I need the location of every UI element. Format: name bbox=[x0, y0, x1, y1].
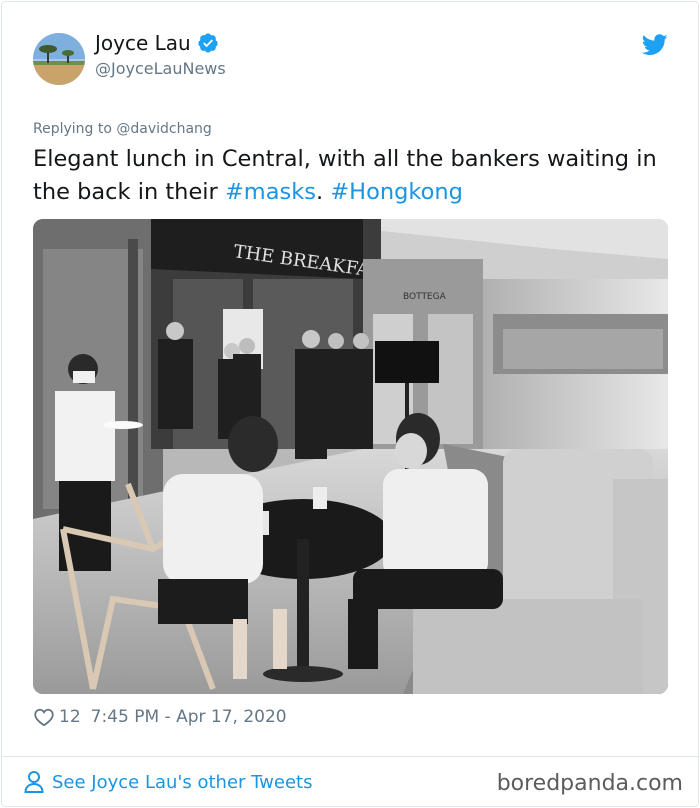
hashtag-hongkong[interactable]: #Hongkong bbox=[330, 179, 463, 205]
user-handle[interactable]: @JoyceLauNews bbox=[95, 59, 226, 78]
hashtag-masks[interactable]: #masks bbox=[225, 179, 316, 205]
tweet-text-part2: . bbox=[316, 179, 331, 205]
like-count[interactable]: 12 bbox=[59, 707, 81, 727]
see-more-tweets-link[interactable]: See Joyce Lau's other Tweets bbox=[24, 770, 312, 794]
tweet-meta: 12 7:45 PM - Apr 17, 2020 bbox=[33, 707, 287, 727]
tweet-text: Elegant lunch in Central, with all the b… bbox=[33, 143, 683, 209]
avatar[interactable] bbox=[33, 33, 85, 85]
verified-badge-icon bbox=[198, 33, 218, 53]
user-name-row[interactable]: Joyce Lau bbox=[95, 31, 219, 55]
twitter-bird-icon[interactable] bbox=[642, 34, 668, 56]
heart-icon[interactable] bbox=[33, 707, 55, 727]
timestamp[interactable]: 7:45 PM - Apr 17, 2020 bbox=[91, 707, 287, 727]
replying-to[interactable]: Replying to @davidchang bbox=[33, 121, 212, 137]
see-more-label[interactable]: See Joyce Lau's other Tweets bbox=[52, 772, 312, 793]
store-sign: BOTTEGA bbox=[403, 292, 447, 302]
tweet-photo[interactable]: THE BREAKFAST CLUB BOTTEGA bbox=[33, 219, 668, 694]
person-icon bbox=[24, 771, 44, 793]
divider bbox=[1, 756, 699, 757]
user-name[interactable]: Joyce Lau bbox=[95, 31, 191, 55]
watermark-text: boredpanda.com bbox=[496, 771, 683, 796]
